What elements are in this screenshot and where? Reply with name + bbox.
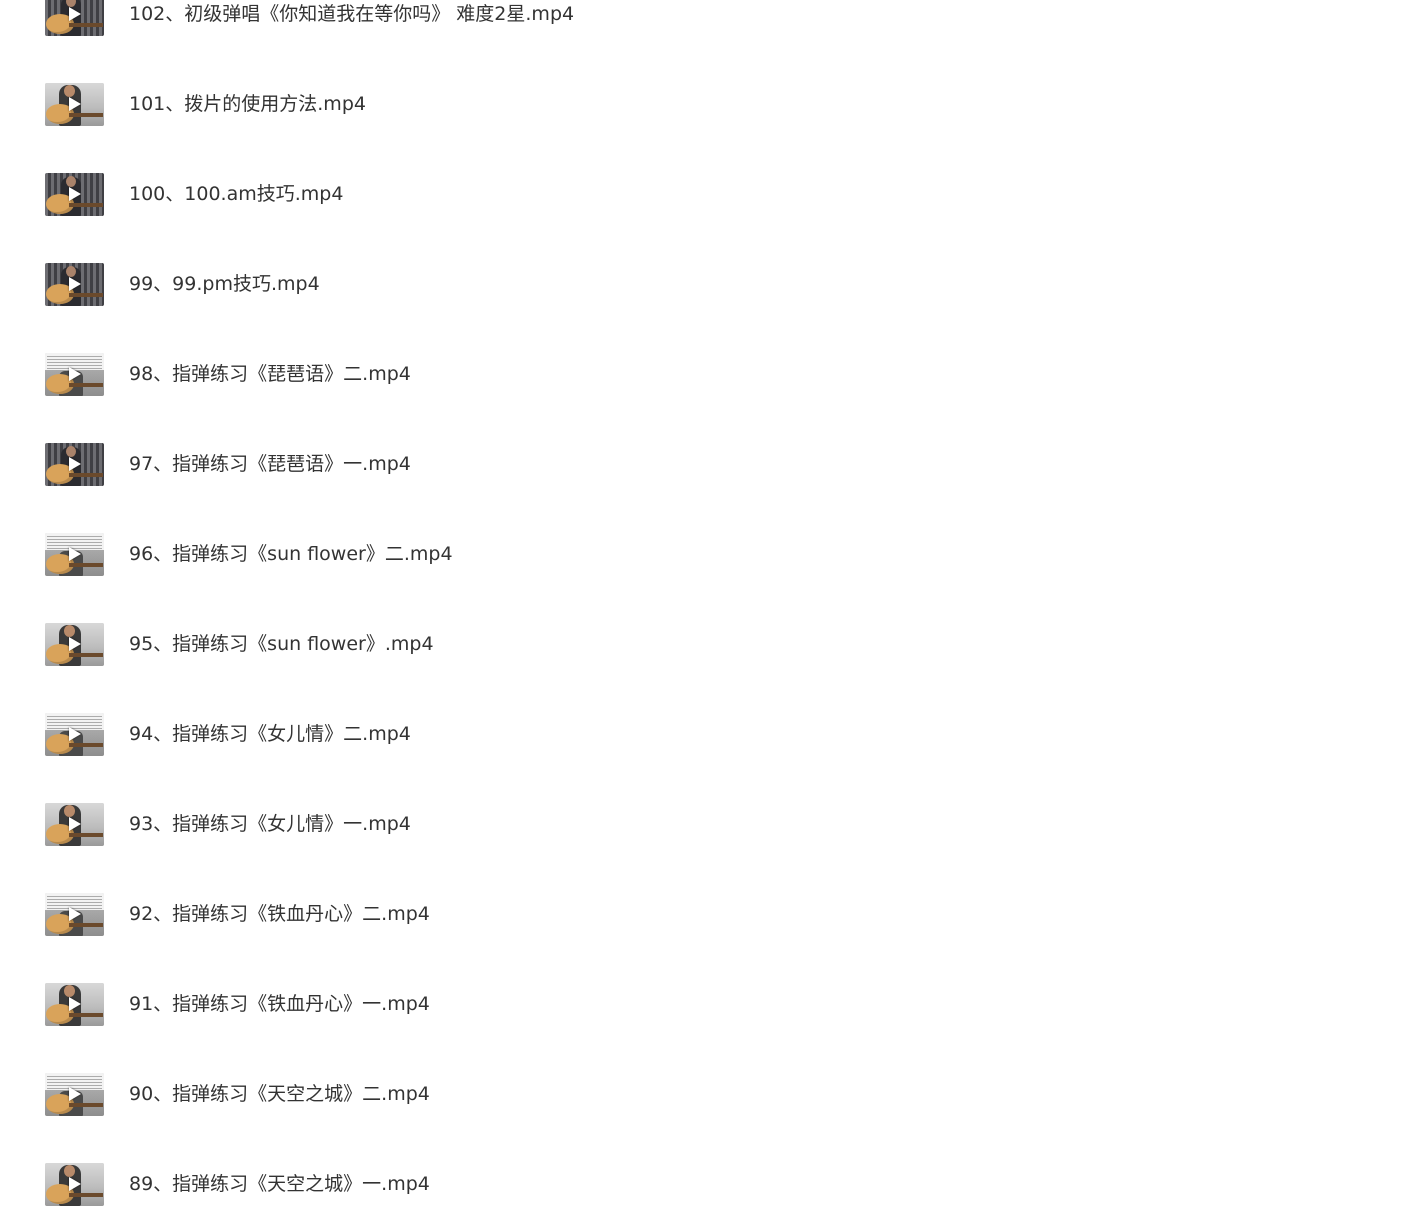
play-icon bbox=[69, 727, 81, 741]
play-icon bbox=[69, 367, 81, 381]
video-file-list: 102、初级弹唱《你知道我在等你吗》 难度2星.mp4 101、拨片的使用方法.… bbox=[0, 0, 1405, 1229]
file-row[interactable]: 96、指弹练习《sun flower》二.mp4 bbox=[0, 509, 1405, 599]
file-name[interactable]: 91、指弹练习《铁血丹心》一.mp4 bbox=[129, 959, 430, 1049]
file-name[interactable]: 93、指弹练习《女儿情》一.mp4 bbox=[129, 779, 411, 869]
play-icon bbox=[69, 637, 81, 651]
file-name[interactable]: 90、指弹练习《天空之城》二.mp4 bbox=[129, 1049, 430, 1139]
file-row[interactable]: 98、指弹练习《琵琶语》二.mp4 bbox=[0, 329, 1405, 419]
file-row[interactable]: 99、99.pm技巧.mp4 bbox=[0, 239, 1405, 329]
video-thumbnail[interactable] bbox=[45, 1163, 104, 1206]
play-icon bbox=[69, 187, 81, 201]
play-icon bbox=[69, 457, 81, 471]
play-icon bbox=[69, 97, 81, 111]
video-thumbnail[interactable] bbox=[45, 893, 104, 936]
video-thumbnail[interactable] bbox=[45, 623, 104, 666]
file-name[interactable]: 92、指弹练习《铁血丹心》二.mp4 bbox=[129, 869, 430, 959]
play-icon bbox=[69, 7, 81, 21]
play-icon bbox=[69, 997, 81, 1011]
video-thumbnail[interactable] bbox=[45, 173, 104, 216]
video-thumbnail[interactable] bbox=[45, 353, 104, 396]
file-name[interactable]: 94、指弹练习《女儿情》二.mp4 bbox=[129, 689, 411, 779]
video-thumbnail[interactable] bbox=[45, 263, 104, 306]
video-thumbnail[interactable] bbox=[45, 983, 104, 1026]
file-name[interactable]: 99、99.pm技巧.mp4 bbox=[129, 239, 320, 329]
play-icon bbox=[69, 1177, 81, 1191]
file-row[interactable]: 90、指弹练习《天空之城》二.mp4 bbox=[0, 1049, 1405, 1139]
video-thumbnail[interactable] bbox=[45, 0, 104, 36]
file-row[interactable]: 94、指弹练习《女儿情》二.mp4 bbox=[0, 689, 1405, 779]
file-row[interactable]: 92、指弹练习《铁血丹心》二.mp4 bbox=[0, 869, 1405, 959]
play-icon bbox=[69, 547, 81, 561]
file-row[interactable]: 95、指弹练习《sun flower》.mp4 bbox=[0, 599, 1405, 689]
file-name[interactable]: 97、指弹练习《琵琶语》一.mp4 bbox=[129, 419, 411, 509]
file-row[interactable]: 97、指弹练习《琵琶语》一.mp4 bbox=[0, 419, 1405, 509]
file-row[interactable]: 102、初级弹唱《你知道我在等你吗》 难度2星.mp4 bbox=[0, 0, 1405, 59]
file-row[interactable]: 101、拨片的使用方法.mp4 bbox=[0, 59, 1405, 149]
file-row[interactable]: 93、指弹练习《女儿情》一.mp4 bbox=[0, 779, 1405, 869]
file-row[interactable]: 91、指弹练习《铁血丹心》一.mp4 bbox=[0, 959, 1405, 1049]
play-icon bbox=[69, 817, 81, 831]
video-thumbnail[interactable] bbox=[45, 713, 104, 756]
video-thumbnail[interactable] bbox=[45, 533, 104, 576]
file-name[interactable]: 89、指弹练习《天空之城》一.mp4 bbox=[129, 1139, 430, 1229]
file-row[interactable]: 100、100.am技巧.mp4 bbox=[0, 149, 1405, 239]
video-thumbnail[interactable] bbox=[45, 443, 104, 486]
file-row[interactable]: 89、指弹练习《天空之城》一.mp4 bbox=[0, 1139, 1405, 1229]
play-icon bbox=[69, 907, 81, 921]
file-name[interactable]: 98、指弹练习《琵琶语》二.mp4 bbox=[129, 329, 411, 419]
play-icon bbox=[69, 1087, 81, 1101]
video-thumbnail[interactable] bbox=[45, 803, 104, 846]
file-name[interactable]: 101、拨片的使用方法.mp4 bbox=[129, 59, 366, 149]
video-thumbnail[interactable] bbox=[45, 83, 104, 126]
play-icon bbox=[69, 277, 81, 291]
video-thumbnail[interactable] bbox=[45, 1073, 104, 1116]
file-name[interactable]: 102、初级弹唱《你知道我在等你吗》 难度2星.mp4 bbox=[129, 0, 574, 59]
file-name[interactable]: 100、100.am技巧.mp4 bbox=[129, 149, 343, 239]
file-name[interactable]: 95、指弹练习《sun flower》.mp4 bbox=[129, 599, 434, 689]
file-name[interactable]: 96、指弹练习《sun flower》二.mp4 bbox=[129, 509, 453, 599]
